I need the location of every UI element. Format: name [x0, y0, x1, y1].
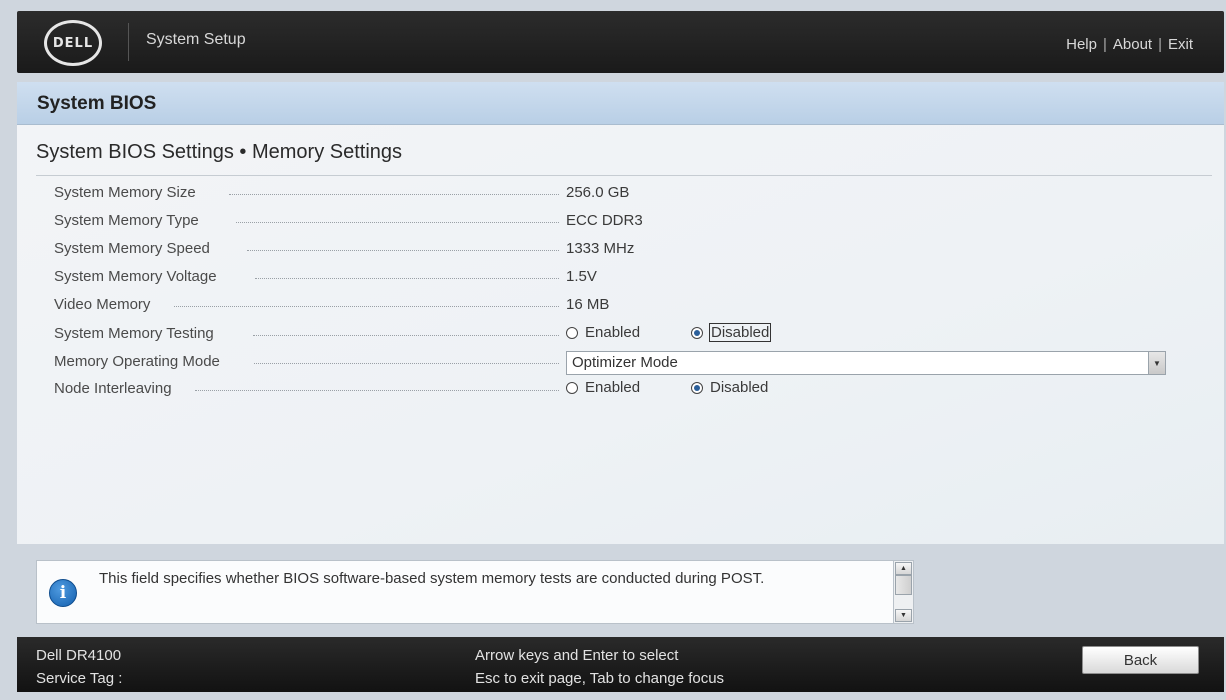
- node-interleaving-disabled-radio[interactable]: Disabled: [691, 379, 768, 396]
- top-links: Help | About | Exit: [1066, 36, 1193, 53]
- system-info: Dell DR4100 Service Tag :: [36, 644, 122, 690]
- setting-label: System Memory Speed: [54, 240, 210, 257]
- top-bar: DELL System Setup Help | About | Exit: [17, 11, 1224, 73]
- radio-label: Enabled: [585, 324, 641, 341]
- radio-label: Disabled: [710, 379, 769, 396]
- leader-line: [253, 335, 559, 336]
- setting-label: System Memory Voltage: [54, 268, 217, 285]
- chevron-down-icon[interactable]: ▼: [1148, 352, 1165, 374]
- setting-label: System Memory Testing: [54, 325, 214, 342]
- scroll-thumb[interactable]: [895, 575, 912, 595]
- memory-operating-mode-select[interactable]: Optimizer Mode ▼: [566, 351, 1166, 375]
- setting-row-node-interleaving: Node Interleaving Enabled Disabled: [54, 378, 1204, 402]
- radio-label: Disabled: [708, 323, 772, 342]
- app-title: System Setup: [146, 31, 246, 48]
- radio-button-selected[interactable]: [691, 381, 703, 394]
- setting-row-memory-type: System Memory Type ECC DDR3: [54, 210, 1204, 234]
- radio-button[interactable]: [566, 381, 578, 394]
- panel-title: System BIOS: [37, 93, 157, 114]
- about-link[interactable]: About: [1113, 36, 1152, 53]
- info-icon: i: [49, 579, 77, 607]
- link-separator: |: [1102, 36, 1107, 53]
- help-link[interactable]: Help: [1066, 36, 1097, 53]
- radio-button[interactable]: [566, 326, 578, 339]
- setting-label: Video Memory: [54, 296, 151, 313]
- setting-label: Memory Operating Mode: [54, 353, 220, 370]
- footer-bar: Dell DR4100 Service Tag : Arrow keys and…: [17, 637, 1224, 692]
- panel-header: System BIOS: [17, 82, 1224, 125]
- model-name: Dell DR4100: [36, 647, 122, 664]
- setting-row-memory-speed: System Memory Speed 1333 MHz: [54, 238, 1204, 262]
- select-value: Optimizer Mode: [572, 354, 678, 371]
- leader-line: [254, 363, 559, 364]
- setting-label: System Memory Size: [54, 184, 196, 201]
- link-separator: |: [1158, 36, 1162, 53]
- setting-label: System Memory Type: [54, 212, 199, 229]
- setting-value: 256.0 GB: [566, 184, 630, 201]
- scroll-down-icon[interactable]: ▼: [895, 609, 912, 622]
- logo-divider: [128, 23, 129, 61]
- help-text: This field specifies whether BIOS softwa…: [99, 570, 765, 587]
- leader-line: [247, 250, 559, 251]
- back-button[interactable]: Back: [1082, 646, 1199, 674]
- setting-row-memory-testing: System Memory Testing Enabled Disabled: [54, 323, 1204, 347]
- setting-value: 16 MB: [566, 296, 610, 313]
- memory-testing-disabled-radio[interactable]: Disabled: [691, 323, 772, 342]
- setting-value: 1333 MHz: [566, 240, 635, 257]
- radio-button-selected[interactable]: [691, 326, 703, 339]
- hint-line-2: Esc to exit page, Tab to change focus: [475, 670, 725, 687]
- node-interleaving-enabled-radio[interactable]: Enabled: [566, 379, 640, 396]
- help-scrollbar[interactable]: ▲ ▼: [893, 560, 914, 624]
- leader-line: [255, 278, 559, 279]
- setting-row-memory-size: System Memory Size 256.0 GB: [54, 182, 1204, 206]
- setting-row-memory-voltage: System Memory Voltage 1.5V: [54, 266, 1204, 290]
- scroll-up-icon[interactable]: ▲: [895, 562, 912, 575]
- hint-line-1: Arrow keys and Enter to select: [475, 647, 679, 664]
- settings-panel: System BIOS System BIOS Settings • Memor…: [17, 82, 1224, 544]
- exit-link[interactable]: Exit: [1168, 36, 1193, 53]
- leader-line: [195, 390, 559, 391]
- setting-value: ECC DDR3: [566, 212, 643, 229]
- help-box: i This field specifies whether BIOS soft…: [36, 560, 914, 624]
- radio-label: Enabled: [585, 379, 641, 396]
- setting-value: 1.5V: [566, 268, 597, 285]
- dell-logo: DELL: [44, 20, 102, 66]
- setting-row-video-memory: Video Memory 16 MB: [54, 294, 1204, 318]
- title-divider: [36, 175, 1212, 176]
- memory-testing-enabled-radio[interactable]: Enabled: [566, 324, 640, 341]
- leader-line: [174, 306, 559, 307]
- keyboard-hints: Arrow keys and Enter to select Esc to ex…: [475, 644, 724, 690]
- leader-line: [236, 222, 559, 223]
- page-title: System BIOS Settings • Memory Settings: [36, 141, 403, 163]
- setting-row-operating-mode: Memory Operating Mode Optimizer Mode ▼: [54, 351, 1204, 375]
- setting-label: Node Interleaving: [54, 380, 172, 397]
- leader-line: [229, 194, 559, 195]
- service-tag-label: Service Tag :: [36, 670, 123, 687]
